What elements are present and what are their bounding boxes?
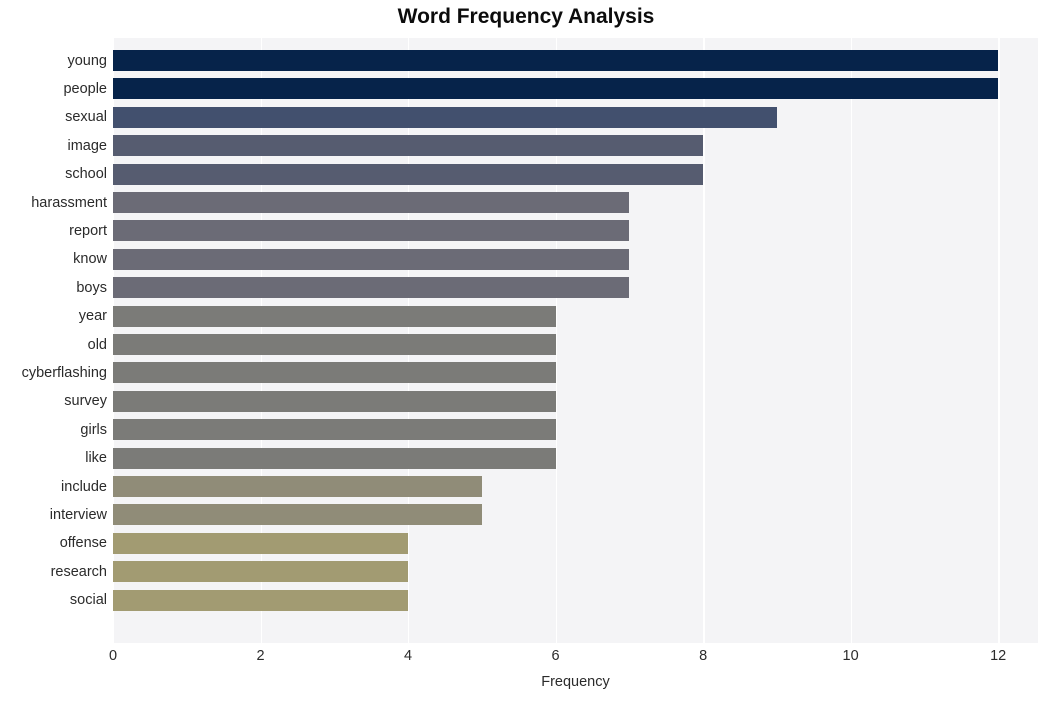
bar-know bbox=[113, 248, 630, 270]
bar-image bbox=[113, 135, 704, 157]
bar-offense bbox=[113, 532, 409, 554]
bar-include bbox=[113, 476, 482, 497]
x-tick-label-4: 4 bbox=[404, 648, 413, 664]
x-tick-label-2: 2 bbox=[256, 648, 265, 664]
plot-area bbox=[113, 38, 1038, 643]
y-axis-labels: young people sexual image school harassment re… bbox=[0, 38, 107, 643]
x-tick-label-10: 10 bbox=[842, 648, 859, 664]
bar-boys bbox=[113, 277, 630, 299]
y-axis-label-sexual: sexual bbox=[65, 109, 107, 126]
y-axis-label-old: old bbox=[87, 336, 107, 353]
bar-school bbox=[113, 163, 704, 185]
y-axis-label-harassment: harassment bbox=[31, 194, 107, 211]
x-tick-label-0: 0 bbox=[108, 648, 118, 664]
y-axis-label-research: research bbox=[50, 563, 107, 580]
y-axis-label-social: social bbox=[69, 592, 107, 609]
bar-social bbox=[113, 589, 409, 611]
bars-layer bbox=[113, 38, 1038, 643]
bar-year bbox=[113, 305, 556, 327]
x-axis-title: Frequency bbox=[541, 674, 610, 690]
x-tick-label-12: 12 bbox=[990, 648, 1007, 664]
bar-research bbox=[113, 561, 409, 583]
y-axis-label-offense: offense bbox=[59, 535, 107, 552]
x-axis-tick-labels: 0 2 4 6 8 10 12 bbox=[0, 648, 1052, 670]
bar-people bbox=[113, 78, 999, 100]
bar-old bbox=[113, 334, 556, 355]
y-axis-label-include: include bbox=[61, 478, 107, 495]
y-axis-label-know: know bbox=[73, 251, 107, 268]
word-frequency-chart-figure: Word Frequency Analysis young people sexua… bbox=[0, 0, 1052, 701]
y-axis-label-interview: interview bbox=[49, 506, 107, 523]
bar-girls bbox=[113, 419, 556, 441]
y-axis-label-young: young bbox=[67, 52, 107, 69]
x-tick-label-8: 8 bbox=[699, 648, 708, 664]
y-axis-label-girls: girls bbox=[80, 421, 107, 438]
bar-interview bbox=[113, 504, 482, 526]
y-axis-label-school: school bbox=[65, 166, 107, 183]
bar-harassment bbox=[113, 192, 630, 213]
bar-like bbox=[113, 447, 556, 469]
y-axis-label-year: year bbox=[78, 308, 107, 325]
y-axis-label-boys: boys bbox=[76, 279, 107, 296]
bar-cyberflashing bbox=[113, 362, 556, 384]
y-axis-label-cyberflashing: cyberflashing bbox=[21, 364, 107, 381]
y-axis-label-people: people bbox=[63, 80, 107, 97]
y-axis-label-survey: survey bbox=[64, 393, 107, 410]
bar-sexual bbox=[113, 106, 777, 128]
x-tick-label-6: 6 bbox=[551, 648, 560, 664]
y-axis-label-report: report bbox=[69, 222, 107, 239]
bar-young bbox=[113, 50, 999, 71]
chart-title: Word Frequency Analysis bbox=[397, 5, 655, 28]
y-axis-label-image: image bbox=[67, 137, 108, 154]
bar-report bbox=[113, 220, 630, 242]
bar-survey bbox=[113, 390, 556, 412]
y-axis-label-like: like bbox=[85, 450, 107, 467]
